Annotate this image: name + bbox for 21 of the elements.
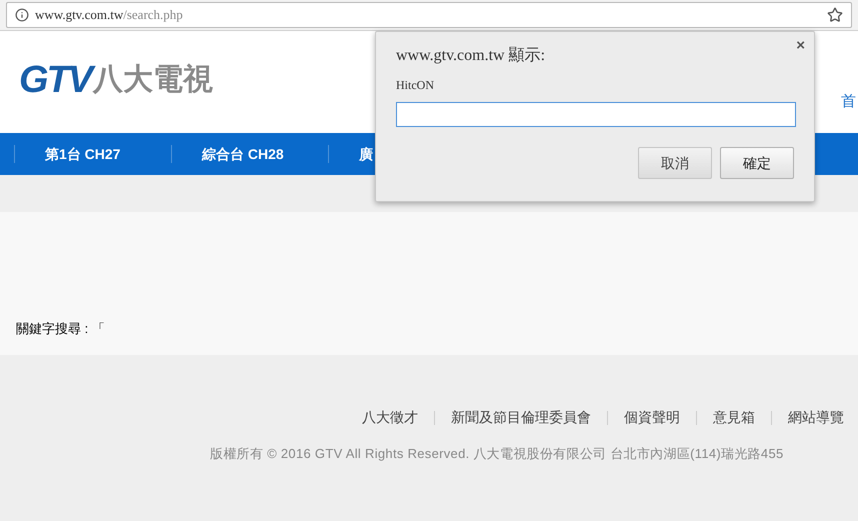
nav-tab[interactable]: 綜合台 CH28 [172, 144, 328, 164]
close-button[interactable]: × [796, 38, 805, 53]
url-text: www.gtv.com.tw/search.php [35, 6, 183, 24]
footer-link[interactable]: 個資聲明 [624, 407, 680, 428]
cancel-button[interactable]: 取消 [638, 147, 712, 179]
dialog-title: www.gtv.com.tw 顯示: [396, 46, 546, 66]
keyword-search-label: 關鍵字搜尋 : 「 [16, 320, 105, 338]
prompt-input-field[interactable] [396, 102, 796, 127]
nav-tab[interactable]: 第1台 CH27 [15, 144, 171, 164]
logo[interactable]: GTV八大電視 [19, 61, 214, 99]
home-link[interactable]: 首 [841, 90, 856, 114]
footer-link[interactable]: 意見箱 [713, 407, 755, 428]
footer-link[interactable]: 八大徵才 [362, 407, 418, 428]
footer-link[interactable]: 新聞及節目倫理委員會 [451, 407, 591, 428]
footer-link[interactable]: 網站導覽 [788, 407, 844, 428]
address-bar[interactable]: www.gtv.com.tw/search.php [6, 2, 852, 28]
info-icon[interactable] [15, 8, 29, 22]
dialog-message: HitcON [396, 77, 435, 94]
copyright-text: 版權所有 © 2016 GTV All Rights Reserved. 八大電視股份有限公司 台北市內湖區(114)瑞光路455 [210, 446, 784, 461]
bookmark-star-icon[interactable] [827, 7, 843, 23]
ok-button[interactable]: 確定 [720, 147, 794, 179]
